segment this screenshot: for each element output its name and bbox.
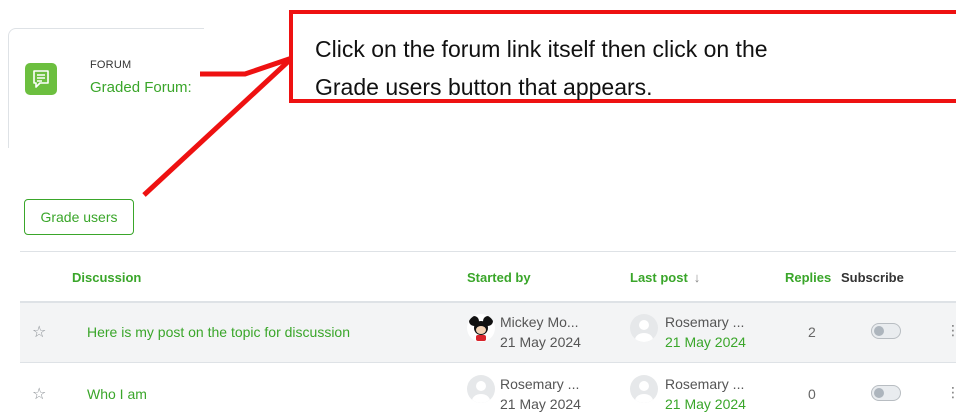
started-by-date: 21 May 2024 (500, 396, 581, 412)
header-last-post[interactable]: Last post ↓ (630, 270, 700, 285)
sort-descending-icon: ↓ (693, 270, 701, 285)
discussion-link[interactable]: Here is my post on the topic for discuss… (87, 324, 350, 340)
started-by-name[interactable]: Rosemary ... (500, 376, 579, 392)
header-discussion[interactable]: Discussion (72, 270, 141, 285)
toggle-knob (874, 326, 884, 336)
replies-count[interactable]: 2 (808, 324, 816, 340)
star-icon[interactable]: ☆ (32, 322, 46, 342)
mickey-avatar[interactable] (467, 314, 495, 342)
header-replies[interactable]: Replies (785, 270, 831, 285)
user-avatar[interactable] (467, 375, 495, 403)
user-avatar[interactable] (630, 314, 658, 342)
started-by-name[interactable]: Mickey Mo... (500, 314, 579, 330)
callout-line-2: Grade users button that appears. (315, 74, 653, 100)
grade-users-button[interactable]: Grade users (24, 199, 134, 235)
last-post-name[interactable]: Rosemary ... (665, 376, 744, 392)
forum-icon (25, 63, 57, 95)
replies-count[interactable]: 0 (808, 386, 816, 402)
started-by-date: 21 May 2024 (500, 334, 581, 350)
header-started-by[interactable]: Started by (467, 270, 531, 285)
more-actions-icon[interactable]: ⋮ (946, 384, 956, 401)
table-divider (20, 251, 956, 252)
last-post-name[interactable]: Rosemary ... (665, 314, 744, 330)
subscribe-toggle[interactable] (871, 323, 901, 339)
more-actions-icon[interactable]: ⋮ (946, 322, 956, 339)
header-last-post-label: Last post (630, 270, 688, 285)
user-avatar[interactable] (630, 375, 658, 403)
toggle-knob (874, 388, 884, 398)
callout-line-1: Click on the forum link itself then clic… (315, 36, 768, 62)
last-post-date-link[interactable]: 21 May 2024 (665, 396, 746, 412)
forum-link[interactable]: Graded Forum: (90, 79, 204, 96)
star-icon[interactable]: ☆ (32, 384, 46, 404)
activity-type-label: FORUM (90, 59, 132, 71)
instruction-callout: Click on the forum link itself then clic… (289, 10, 956, 103)
last-post-date-link[interactable]: 21 May 2024 (665, 334, 746, 350)
discussion-link[interactable]: Who I am (87, 386, 147, 402)
header-subscribe: Subscribe (841, 270, 904, 285)
subscribe-toggle[interactable] (871, 385, 901, 401)
